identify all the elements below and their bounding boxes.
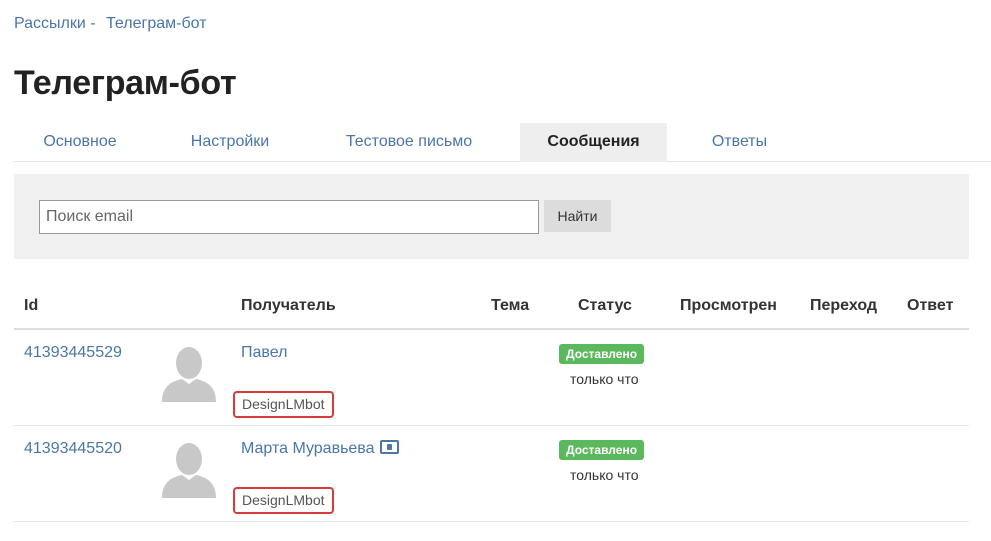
tab-messages[interactable]: Сообщения [520, 123, 667, 162]
recipient-name-link[interactable]: Марта Муравьева [241, 440, 399, 458]
table-row: 41393445529 Павел DesignLMbot Доставлено… [14, 330, 969, 426]
status-badge: Доставлено [559, 344, 645, 364]
messages-table: Id Получатель Тема Статус Просмотрен Пер… [14, 290, 969, 522]
message-id-link[interactable]: 41393445529 [24, 344, 122, 362]
search-input[interactable] [39, 200, 539, 234]
tab-settings[interactable]: Настройки [160, 123, 300, 162]
breadcrumb-current-link[interactable]: Телеграм-бот [106, 15, 206, 32]
column-header-viewed: Просмотрен [680, 297, 777, 314]
column-header-subject: Тема [491, 297, 530, 314]
table-row: 41393445520 Марта Муравьева DesignLMbot … [14, 426, 969, 522]
tab-replies[interactable]: Ответы [682, 123, 797, 162]
avatar-placeholder-icon [162, 443, 216, 498]
status-badge: Доставлено [559, 440, 645, 460]
tab-main[interactable]: Основное [14, 123, 146, 162]
tab-bar: Основное Настройки Тестовое письмо Сообщ… [14, 123, 991, 162]
message-id-link[interactable]: 41393445520 [24, 440, 122, 458]
bot-name-tag: DesignLMbot [233, 391, 334, 418]
search-panel: Найти [14, 174, 969, 259]
column-header-status: Статус [578, 297, 632, 314]
table-header: Id Получатель Тема Статус Просмотрен Пер… [14, 290, 969, 330]
page-title: Телеграм-бот [14, 64, 237, 102]
recipient-name: Марта Муравьева [241, 440, 375, 457]
breadcrumb: Рассылки - Телеграм-бот [14, 15, 207, 33]
recipient-name-link[interactable]: Павел [241, 344, 287, 362]
id-card-icon[interactable] [379, 440, 399, 454]
breadcrumb-separator: - [90, 15, 96, 32]
column-header-reply: Ответ [907, 297, 954, 314]
avatar-placeholder-icon [162, 347, 216, 402]
search-button[interactable]: Найти [544, 200, 611, 232]
column-header-click: Переход [810, 297, 878, 314]
breadcrumb-parent-link[interactable]: Рассылки [14, 15, 86, 32]
status-time: только что [570, 371, 639, 387]
recipient-name: Павел [241, 344, 288, 361]
bot-name-tag: DesignLMbot [233, 487, 334, 514]
column-header-recipient: Получатель [241, 297, 336, 314]
status-time: только что [570, 467, 639, 483]
tab-test-email[interactable]: Тестовое письмо [314, 123, 504, 162]
column-header-id: Id [24, 297, 39, 314]
